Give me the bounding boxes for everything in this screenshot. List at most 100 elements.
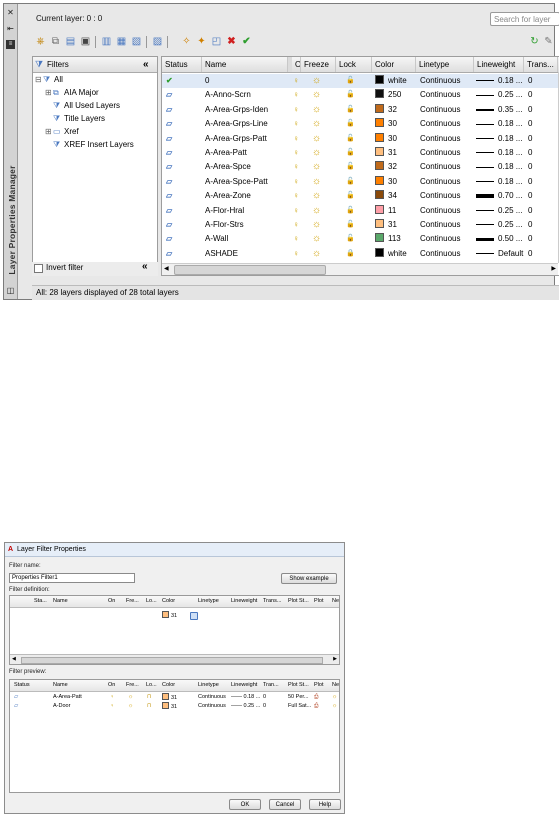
layer-lineweight[interactable]: 0.50 ... bbox=[476, 232, 524, 246]
layer-name[interactable]: 0 bbox=[205, 74, 287, 88]
horizontal-scroll-thumb[interactable] bbox=[174, 265, 326, 275]
layer-row[interactable]: ▱ A-Area-Grps-Patt ♀ ☼ 🔓 30 Continuous 0.18 ...… bbox=[162, 132, 558, 146]
sun-thaw-icon[interactable]: ☼ bbox=[312, 218, 326, 232]
def-col-status[interactable]: Sta... bbox=[34, 596, 47, 607]
layer-name[interactable]: A-Area-Patt bbox=[205, 146, 287, 160]
ok-button[interactable]: OK bbox=[229, 799, 261, 810]
definition-row-color[interactable]: 31 bbox=[162, 611, 177, 619]
prev-col-lock[interactable]: Lo... bbox=[146, 680, 157, 691]
def-col-color[interactable]: Color bbox=[162, 596, 175, 607]
layer-list-icon[interactable]: ▨ bbox=[151, 35, 164, 48]
layer-linetype[interactable]: Continuous bbox=[420, 204, 474, 218]
set-current-icon[interactable]: ✔ bbox=[240, 35, 253, 48]
layer-linetype[interactable]: Continuous bbox=[420, 132, 474, 146]
lightbulb-on-icon[interactable]: ♀ bbox=[293, 146, 301, 160]
sun-thaw-icon[interactable]: ☼ bbox=[312, 103, 326, 117]
column-header-status[interactable]: Status bbox=[162, 57, 202, 72]
filter-tree-item[interactable]: ⧩ Title Layers bbox=[45, 114, 105, 124]
layer-linetype[interactable]: Continuous bbox=[420, 175, 474, 189]
layer-lineweight[interactable]: 0.18 ... bbox=[476, 146, 524, 160]
column-header-lineweight[interactable]: Lineweight bbox=[474, 57, 524, 72]
def-col-linetype[interactable]: Linetype bbox=[198, 596, 219, 607]
layer-name[interactable]: A-Area-Grps-Iden bbox=[205, 103, 287, 117]
def-col-name[interactable]: Name bbox=[53, 596, 68, 607]
prev-col-name[interactable]: Name bbox=[53, 680, 68, 691]
layer-lineweight[interactable]: 0.18 ... bbox=[476, 132, 524, 146]
padlock-unlocked-icon[interactable]: 🔓 bbox=[346, 204, 360, 218]
linetype-selector-icon[interactable] bbox=[190, 612, 198, 620]
layer-status-icon[interactable]: ▱ bbox=[166, 175, 196, 189]
layer-color[interactable]: white bbox=[375, 247, 415, 261]
prev-col-linetype[interactable]: Linetype bbox=[198, 680, 219, 691]
cancel-button[interactable]: Cancel bbox=[269, 799, 301, 810]
layer-name[interactable]: A-Area-Spce-Patt bbox=[205, 175, 287, 189]
preview-row[interactable]: ▱ A-Door ♀ ☼ ⊓ 31 Continuous —— 0.25 ... 0 Full S… bbox=[10, 702, 339, 710]
padlock-unlocked-icon[interactable]: 🔓 bbox=[346, 132, 360, 146]
padlock-unlocked-icon[interactable]: 🔓 bbox=[346, 74, 360, 88]
padlock-unlocked-icon[interactable]: 🔓 bbox=[346, 117, 360, 131]
layer-row[interactable]: ▱ A-Area-Patt ♀ ☼ 🔓 31 Continuous 0.18 ... 0 bbox=[162, 146, 558, 160]
padlock-unlocked-icon[interactable]: 🔓 bbox=[346, 218, 360, 232]
layer-transparency[interactable]: 0 bbox=[528, 218, 554, 232]
collapse-tree-icon[interactable]: « bbox=[142, 261, 148, 272]
layer-row[interactable]: ✔ 0 ♀ ☼ 🔓 white Continuous 0.18 ... 0 bbox=[162, 74, 558, 89]
layer-linetype[interactable]: Continuous bbox=[420, 189, 474, 203]
prev-col-color[interactable]: Color bbox=[162, 680, 175, 691]
layer-status-icon[interactable]: ▱ bbox=[166, 117, 196, 131]
layer-color[interactable]: 31 bbox=[375, 146, 415, 160]
layer-lineweight[interactable]: 0.18 ... bbox=[476, 117, 524, 131]
layer-name[interactable]: A-Area-Zone bbox=[205, 189, 287, 203]
new-property-filter-icon[interactable]: ⎈ bbox=[34, 35, 47, 48]
padlock-unlocked-icon[interactable]: 🔓 bbox=[346, 160, 360, 174]
def-col-lineweight[interactable]: Lineweight bbox=[231, 596, 257, 607]
column-header-color[interactable]: Color bbox=[372, 57, 416, 72]
definition-scroll-thumb[interactable] bbox=[21, 657, 323, 664]
layer-transparency[interactable]: 0 bbox=[528, 88, 554, 102]
sun-thaw-icon[interactable]: ☼ bbox=[312, 88, 326, 102]
lightbulb-on-icon[interactable]: ♀ bbox=[293, 160, 301, 174]
layer-state-icon[interactable]: ▥ bbox=[100, 35, 113, 48]
layer-transparency[interactable]: 0 bbox=[528, 132, 554, 146]
def-col-transparency[interactable]: Trans... bbox=[263, 596, 281, 607]
layer-transparency[interactable]: 0 bbox=[528, 175, 554, 189]
layer-row[interactable]: ▱ A-Area-Grps-Iden ♀ ☼ 🔓 32 Continuous 0.35 ...… bbox=[162, 103, 558, 117]
layer-name[interactable]: A-Area-Spce bbox=[205, 160, 287, 174]
search-layer-input[interactable]: Search for layer bbox=[490, 12, 559, 26]
layer-linetype[interactable]: Continuous bbox=[420, 232, 474, 246]
layer-lineweight[interactable]: Default bbox=[476, 247, 524, 261]
prev-col-transparency[interactable]: Tran... bbox=[263, 680, 279, 691]
def-scroll-right-icon[interactable]: ▶ bbox=[333, 656, 337, 662]
def-col-plot[interactable]: Plot bbox=[314, 596, 323, 607]
layer-lineweight[interactable]: 0.25 ... bbox=[476, 218, 524, 232]
sun-thaw-icon[interactable]: ☼ bbox=[312, 74, 326, 88]
layer-transparency[interactable]: 0 bbox=[528, 247, 554, 261]
layer-status-icon[interactable]: ▱ bbox=[166, 160, 196, 174]
padlock-unlocked-icon[interactable]: 🔓 bbox=[346, 232, 360, 246]
layer-color[interactable]: 113 bbox=[375, 232, 415, 246]
padlock-unlocked-icon[interactable]: 🔓 bbox=[346, 146, 360, 160]
def-col-plot-style[interactable]: Plot St... bbox=[288, 596, 309, 607]
settings-wrench-icon[interactable]: ✎ bbox=[542, 35, 555, 48]
layer-status-icon[interactable]: ▱ bbox=[166, 146, 196, 160]
lightbulb-on-icon[interactable]: ♀ bbox=[293, 132, 301, 146]
layer-transparency[interactable]: 0 bbox=[528, 160, 554, 174]
layer-status-icon[interactable]: ▱ bbox=[166, 247, 196, 261]
layer-color[interactable]: 30 bbox=[375, 117, 415, 131]
layer-states-manager-icon[interactable]: ▤ bbox=[64, 35, 77, 48]
filter-name-input[interactable]: Properties Filter1 bbox=[9, 573, 135, 583]
palette-settings-icon[interactable]: ◫ bbox=[6, 286, 15, 295]
filter-tree-item[interactable]: ⧩ XREF Insert Layers bbox=[45, 140, 134, 150]
layer-row[interactable]: ▱ ASHADE ♀ ☼ 🔒 white Continuous Default 0 bbox=[162, 247, 558, 261]
layer-name[interactable]: A-Anno-Scrn bbox=[205, 88, 287, 102]
lightbulb-on-icon[interactable]: ♀ bbox=[293, 175, 301, 189]
layer-lineweight[interactable]: 0.35 ... bbox=[476, 103, 524, 117]
layer-color[interactable]: white bbox=[375, 74, 415, 88]
layer-lineweight[interactable]: 0.18 ... bbox=[476, 175, 524, 189]
new-layer-icon[interactable]: ✧ bbox=[180, 35, 193, 48]
lightbulb-on-icon[interactable]: ♀ bbox=[293, 103, 301, 117]
prev-col-lineweight[interactable]: Lineweight bbox=[231, 680, 257, 691]
layer-linetype[interactable]: Continuous bbox=[420, 160, 474, 174]
filter-tree-item[interactable]: ⊞▭ Xref bbox=[45, 127, 79, 137]
sun-thaw-icon[interactable]: ☼ bbox=[312, 117, 326, 131]
sun-thaw-icon[interactable]: ☼ bbox=[312, 232, 326, 246]
